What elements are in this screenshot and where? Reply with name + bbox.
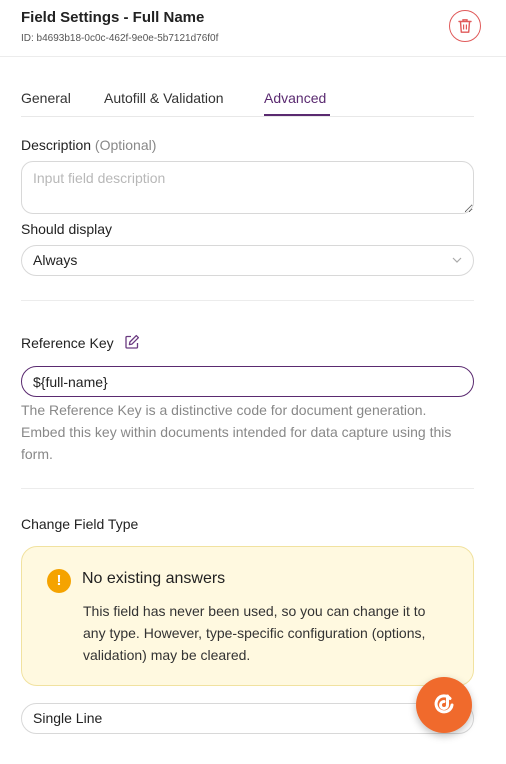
notice-body: This field has never been used, so you c…	[83, 603, 426, 663]
field-type-select[interactable]: Single Line	[21, 703, 474, 734]
no-answers-notice: ! No existing answers This field has nev…	[21, 546, 474, 686]
active-tab-indicator	[264, 114, 330, 116]
divider	[21, 488, 474, 489]
should-display-label: Should display	[21, 221, 113, 237]
reference-key-help: The Reference Key is a distinctive code …	[21, 402, 452, 462]
exclamation-circle-icon: !	[47, 569, 71, 593]
trash-icon	[458, 19, 472, 33]
description-label: Description (Optional)	[21, 137, 156, 153]
page-title: Field Settings - Full Name	[21, 9, 205, 26]
divider	[21, 300, 474, 301]
chat-fab-button[interactable]	[416, 677, 472, 733]
delete-field-button[interactable]	[449, 10, 481, 42]
tab-bar: General Autofill & Validation Advanced	[21, 82, 474, 117]
header: Field Settings - Full Name ID: b4693b18-…	[0, 0, 506, 57]
optional-hint: (Optional)	[94, 137, 157, 153]
chevron-down-icon	[451, 246, 463, 285]
notice-title: No existing answers	[82, 570, 226, 587]
description-input[interactable]	[21, 161, 474, 214]
chat-bubble-icon	[434, 694, 454, 714]
tab-advanced[interactable]: Advanced	[264, 90, 326, 106]
tab-autofill-validation[interactable]: Autofill & Validation	[104, 90, 224, 106]
description-label-text: Description	[21, 137, 92, 153]
should-display-select[interactable]: Always	[21, 245, 474, 276]
should-display-value: Always	[33, 252, 78, 268]
edit-icon[interactable]	[124, 334, 140, 350]
tab-general[interactable]: General	[21, 90, 71, 106]
field-type-value: Single Line	[33, 710, 103, 726]
field-id: ID: b4693b18-0c0c-462f-9e0e-5b7121d76f0f	[21, 33, 219, 44]
reference-key-label: Reference Key	[21, 335, 114, 351]
reference-key-input[interactable]	[21, 366, 474, 397]
change-field-type-label: Change Field Type	[21, 516, 139, 532]
